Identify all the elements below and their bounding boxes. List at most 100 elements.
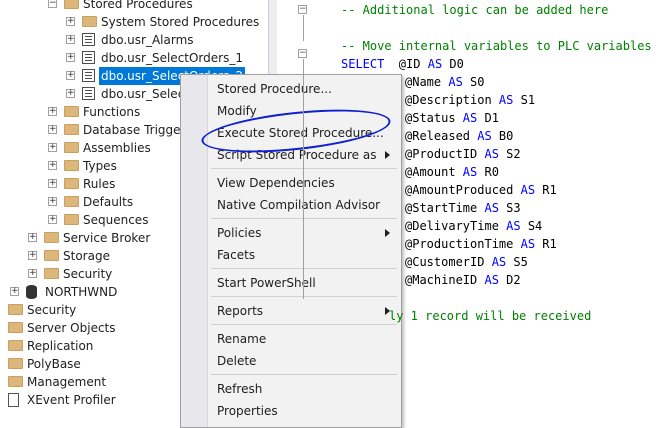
expand-icon[interactable]: + [48,125,57,134]
expand-icon[interactable]: + [48,107,57,116]
expand-icon[interactable]: + [66,35,75,44]
expand-icon[interactable]: + [48,161,57,170]
expand-icon[interactable]: + [48,179,57,188]
folder-icon [8,322,23,333]
sql-token: @MachineID [405,273,485,287]
sql-keyword: AS [498,93,514,107]
tree-item-label: Security [27,303,77,317]
menu-item-label: Policies [217,226,262,240]
sql-keyword: AS [448,75,463,89]
expand-icon[interactable]: + [66,71,75,80]
tree-item-label: Defaults [83,195,134,209]
code-line: @Status AS D1 [405,109,499,127]
fold-guide-line [303,59,304,299]
tree-item[interactable]: + dbo.usr_Alarms [0,31,268,49]
folder-icon [44,250,59,261]
sql-keyword: AS [484,147,499,161]
tree-item-label: Service Broker [63,231,151,245]
code-line: @StartTime AS S3 [405,199,521,217]
sql-keyword: AS [484,273,499,287]
sql-token: R0 [477,165,499,179]
folder-icon [44,232,59,243]
folder-icon [64,124,79,135]
expand-icon[interactable]: + [28,233,37,242]
sql-token: @Amount [405,165,463,179]
stored-procedure-icon [82,51,95,64]
sql-keyword: AS [477,129,492,143]
tree-item-label: Rules [83,177,116,191]
menu-item-label: Reports [217,304,264,318]
menu-item-rename[interactable]: Rename [208,328,398,350]
folder-icon [44,268,59,279]
tree-item-label: Storage [63,249,110,263]
tree-item-label: System Stored Procedures [101,15,260,29]
sql-token: @StartTime [405,201,485,215]
submenu-arrow-icon [385,151,390,159]
menu-separator [211,218,397,219]
sql-token: S1 [513,93,536,107]
expand-icon[interactable]: + [10,287,19,296]
sql-keyword: AS [491,255,507,269]
menu-separator [211,324,397,325]
tree-item-label: Security [63,267,113,281]
code-line: @Name AS S0 [405,73,485,91]
menu-item-label: Properties [217,404,278,418]
database-icon [26,285,37,299]
folder-icon [64,0,79,9]
sql-token: S4 [520,219,543,233]
code-line: @Released AS B0 [405,127,513,145]
tree-item[interactable]: − Stored Procedures [0,0,268,13]
collapse-icon[interactable]: − [48,0,57,8]
sql-token: D1 [477,111,499,125]
tree-item-label: XEvent Profiler [27,393,116,407]
tree-item[interactable]: + dbo.usr_SelectOrders_1 [0,49,268,67]
sql-token: S2 [498,147,521,161]
expand-icon[interactable]: + [66,17,75,26]
expand-icon[interactable]: + [28,251,37,260]
tree-item-label: Functions [83,105,141,119]
menu-item-refresh[interactable]: Refresh [208,378,398,400]
fold-toggle-icon[interactable]: − [298,5,307,14]
expand-icon[interactable]: + [48,197,57,206]
tree-item-label: PolyBase [27,357,81,371]
sql-keyword: AS [427,57,443,71]
menu-separator [211,268,397,269]
menu-separator [211,374,397,375]
folder-icon [8,340,23,351]
expand-icon[interactable]: + [48,143,57,152]
sql-comment: ly 1 record will be received [389,309,592,323]
sql-token: @ID [384,57,428,71]
menu-item-label: Delete [217,354,257,368]
context-menu-icon-gutter [181,75,208,427]
sql-keyword: SELECT [341,57,385,71]
tree-item-label: Stored Procedures [83,0,193,11]
menu-item-properties[interactable]: Properties [208,400,398,422]
sql-token: S5 [506,255,528,269]
xevent-profiler-icon [8,393,19,407]
code-line: @Amount AS R0 [405,163,499,181]
sql-keyword: AS [484,201,499,215]
sql-token: @Name [405,75,449,89]
sql-token: R1 [535,237,557,251]
expand-icon[interactable]: + [66,89,75,98]
sql-comment: -- Move internal variables to PLC variab… [341,39,652,53]
fold-toggle-icon[interactable]: − [298,49,307,58]
folder-icon [64,106,79,117]
menu-item-label: Stored Procedure... [217,82,332,96]
tree-item[interactable]: + System Stored Procedures [0,13,268,31]
menu-item-reports[interactable]: Reports [208,300,398,322]
sql-token: @DelivaryTime [405,219,507,233]
code-line: @Description AS S1 [405,91,535,109]
sql-keyword: AS [462,165,478,179]
tree-item-label: dbo.usr_Alarms [101,33,194,47]
sql-token: @Status [405,111,463,125]
code-line: @ProductID AS S2 [405,145,521,163]
expand-icon[interactable]: + [48,215,57,224]
expand-icon[interactable]: + [66,53,75,62]
expand-icon[interactable]: + [28,269,37,278]
menu-item-label: Start PowerShell [217,276,316,290]
menu-item-label: Modify [217,104,257,118]
sql-token: S0 [462,75,485,89]
context-menu: Stored Procedure... Modify Execute Stored … [180,74,402,428]
menu-item-delete[interactable]: Delete [208,350,398,372]
